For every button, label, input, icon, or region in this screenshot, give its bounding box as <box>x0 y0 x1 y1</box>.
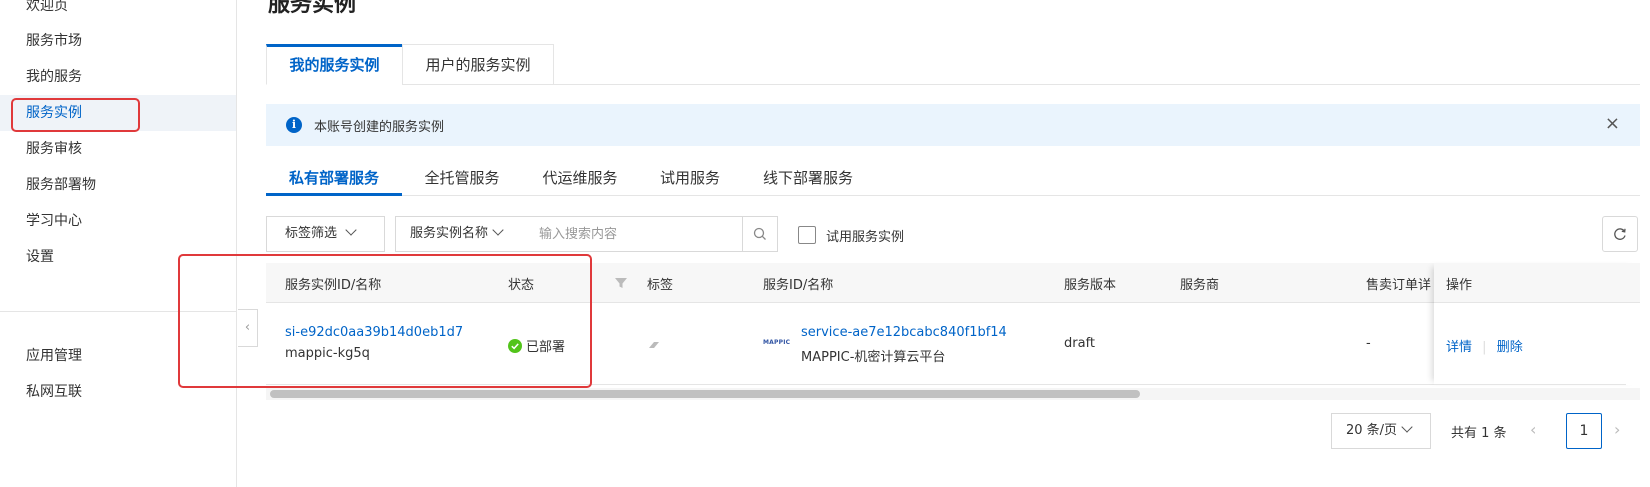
service-logo: MAPPIC <box>763 339 791 346</box>
tag-filter-dropdown[interactable]: 标签筛选 <box>266 216 385 252</box>
annotation-highlight-sidebar <box>11 98 140 132</box>
column-header-service[interactable]: 服务ID/名称 <box>763 274 833 293</box>
next-page-icon[interactable]: › <box>1614 420 1620 439</box>
scrollbar-thumb[interactable] <box>270 390 1140 398</box>
search-icon <box>753 227 766 240</box>
trial-instance-checkbox[interactable] <box>798 226 816 244</box>
service-name: MAPPIC-机密计算云平台 <box>801 350 946 365</box>
info-banner: i 本账号创建的服务实例 × <box>266 104 1640 146</box>
total-count: 共有 1 条 <box>1451 426 1507 441</box>
tag-filter-label: 标签筛选 <box>285 226 338 241</box>
chevron-down-icon <box>1401 421 1413 433</box>
sidebar-item-welcome[interactable]: 欢迎页 <box>0 0 236 24</box>
search-input[interactable] <box>525 216 743 252</box>
subtab-private-deploy[interactable]: 私有部署服务 <box>266 164 402 196</box>
close-icon[interactable]: × <box>1605 113 1620 134</box>
sidebar-item-service-review[interactable]: 服务审核 <box>0 131 236 167</box>
service-version: draft <box>1064 336 1096 351</box>
subtab-trial[interactable]: 试用服务 <box>656 164 724 196</box>
sticky-actions-column <box>1434 263 1640 385</box>
info-icon: i <box>286 117 302 133</box>
refresh-icon <box>1614 228 1626 240</box>
order-detail: - <box>1366 336 1371 351</box>
service-id-link[interactable]: service-ae7e12bcabc840f1bf14 <box>801 325 1007 340</box>
prev-page-icon[interactable]: ‹ <box>1530 420 1536 439</box>
page-size-label: 20 条/页 <box>1346 423 1398 438</box>
filter-icon[interactable] <box>614 276 628 290</box>
tag-edit-icon[interactable] <box>647 339 661 351</box>
sidebar-item-learning-center[interactable]: 学习中心 <box>0 203 236 239</box>
sidebar-item-service-artifacts[interactable]: 服务部署物 <box>0 167 236 203</box>
column-header-provider[interactable]: 服务商 <box>1180 274 1219 293</box>
trial-instance-checkbox-label: 试用服务实例 <box>826 230 905 245</box>
chevron-down-icon <box>345 224 357 236</box>
search-field-select-label: 服务实例名称 <box>410 226 489 241</box>
chevron-down-icon <box>492 224 504 236</box>
subtab-offline-deploy[interactable]: 线下部署服务 <box>758 164 858 196</box>
column-header-order-detail[interactable]: 售卖订单详 <box>1366 274 1434 293</box>
banner-text: 本账号创建的服务实例 <box>314 120 445 135</box>
sidebar-item-service-market[interactable]: 服务市场 <box>0 23 236 59</box>
column-header-version[interactable]: 服务版本 <box>1064 274 1116 293</box>
subtab-fully-managed[interactable]: 全托管服务 <box>420 164 504 196</box>
app-root: 欢迎页 服务市场 我的服务 服务实例 服务审核 服务部署物 学习中心 设置 应用… <box>0 0 1650 487</box>
refresh-button[interactable] <box>1602 216 1638 252</box>
tab-user-instances[interactable]: 用户的服务实例 <box>402 44 554 85</box>
search-field-select[interactable]: 服务实例名称 <box>395 216 526 252</box>
table-horizontal-scrollbar[interactable] <box>266 388 1640 400</box>
tab-my-instances[interactable]: 我的服务实例 <box>266 44 403 85</box>
page-size-select[interactable]: 20 条/页 <box>1331 413 1431 449</box>
sidebar-item-my-services[interactable]: 我的服务 <box>0 59 236 95</box>
page-number-current[interactable]: 1 <box>1566 413 1602 449</box>
annotation-highlight-table <box>178 254 592 388</box>
column-header-tags[interactable]: 标签 <box>647 274 673 293</box>
page-title: 服务实例 <box>268 0 357 17</box>
search-button[interactable] <box>742 216 778 252</box>
subtab-managed-ops[interactable]: 代运维服务 <box>538 164 622 196</box>
sidebar: 欢迎页 服务市场 我的服务 服务实例 服务审核 服务部署物 学习中心 设置 应用… <box>0 0 237 487</box>
